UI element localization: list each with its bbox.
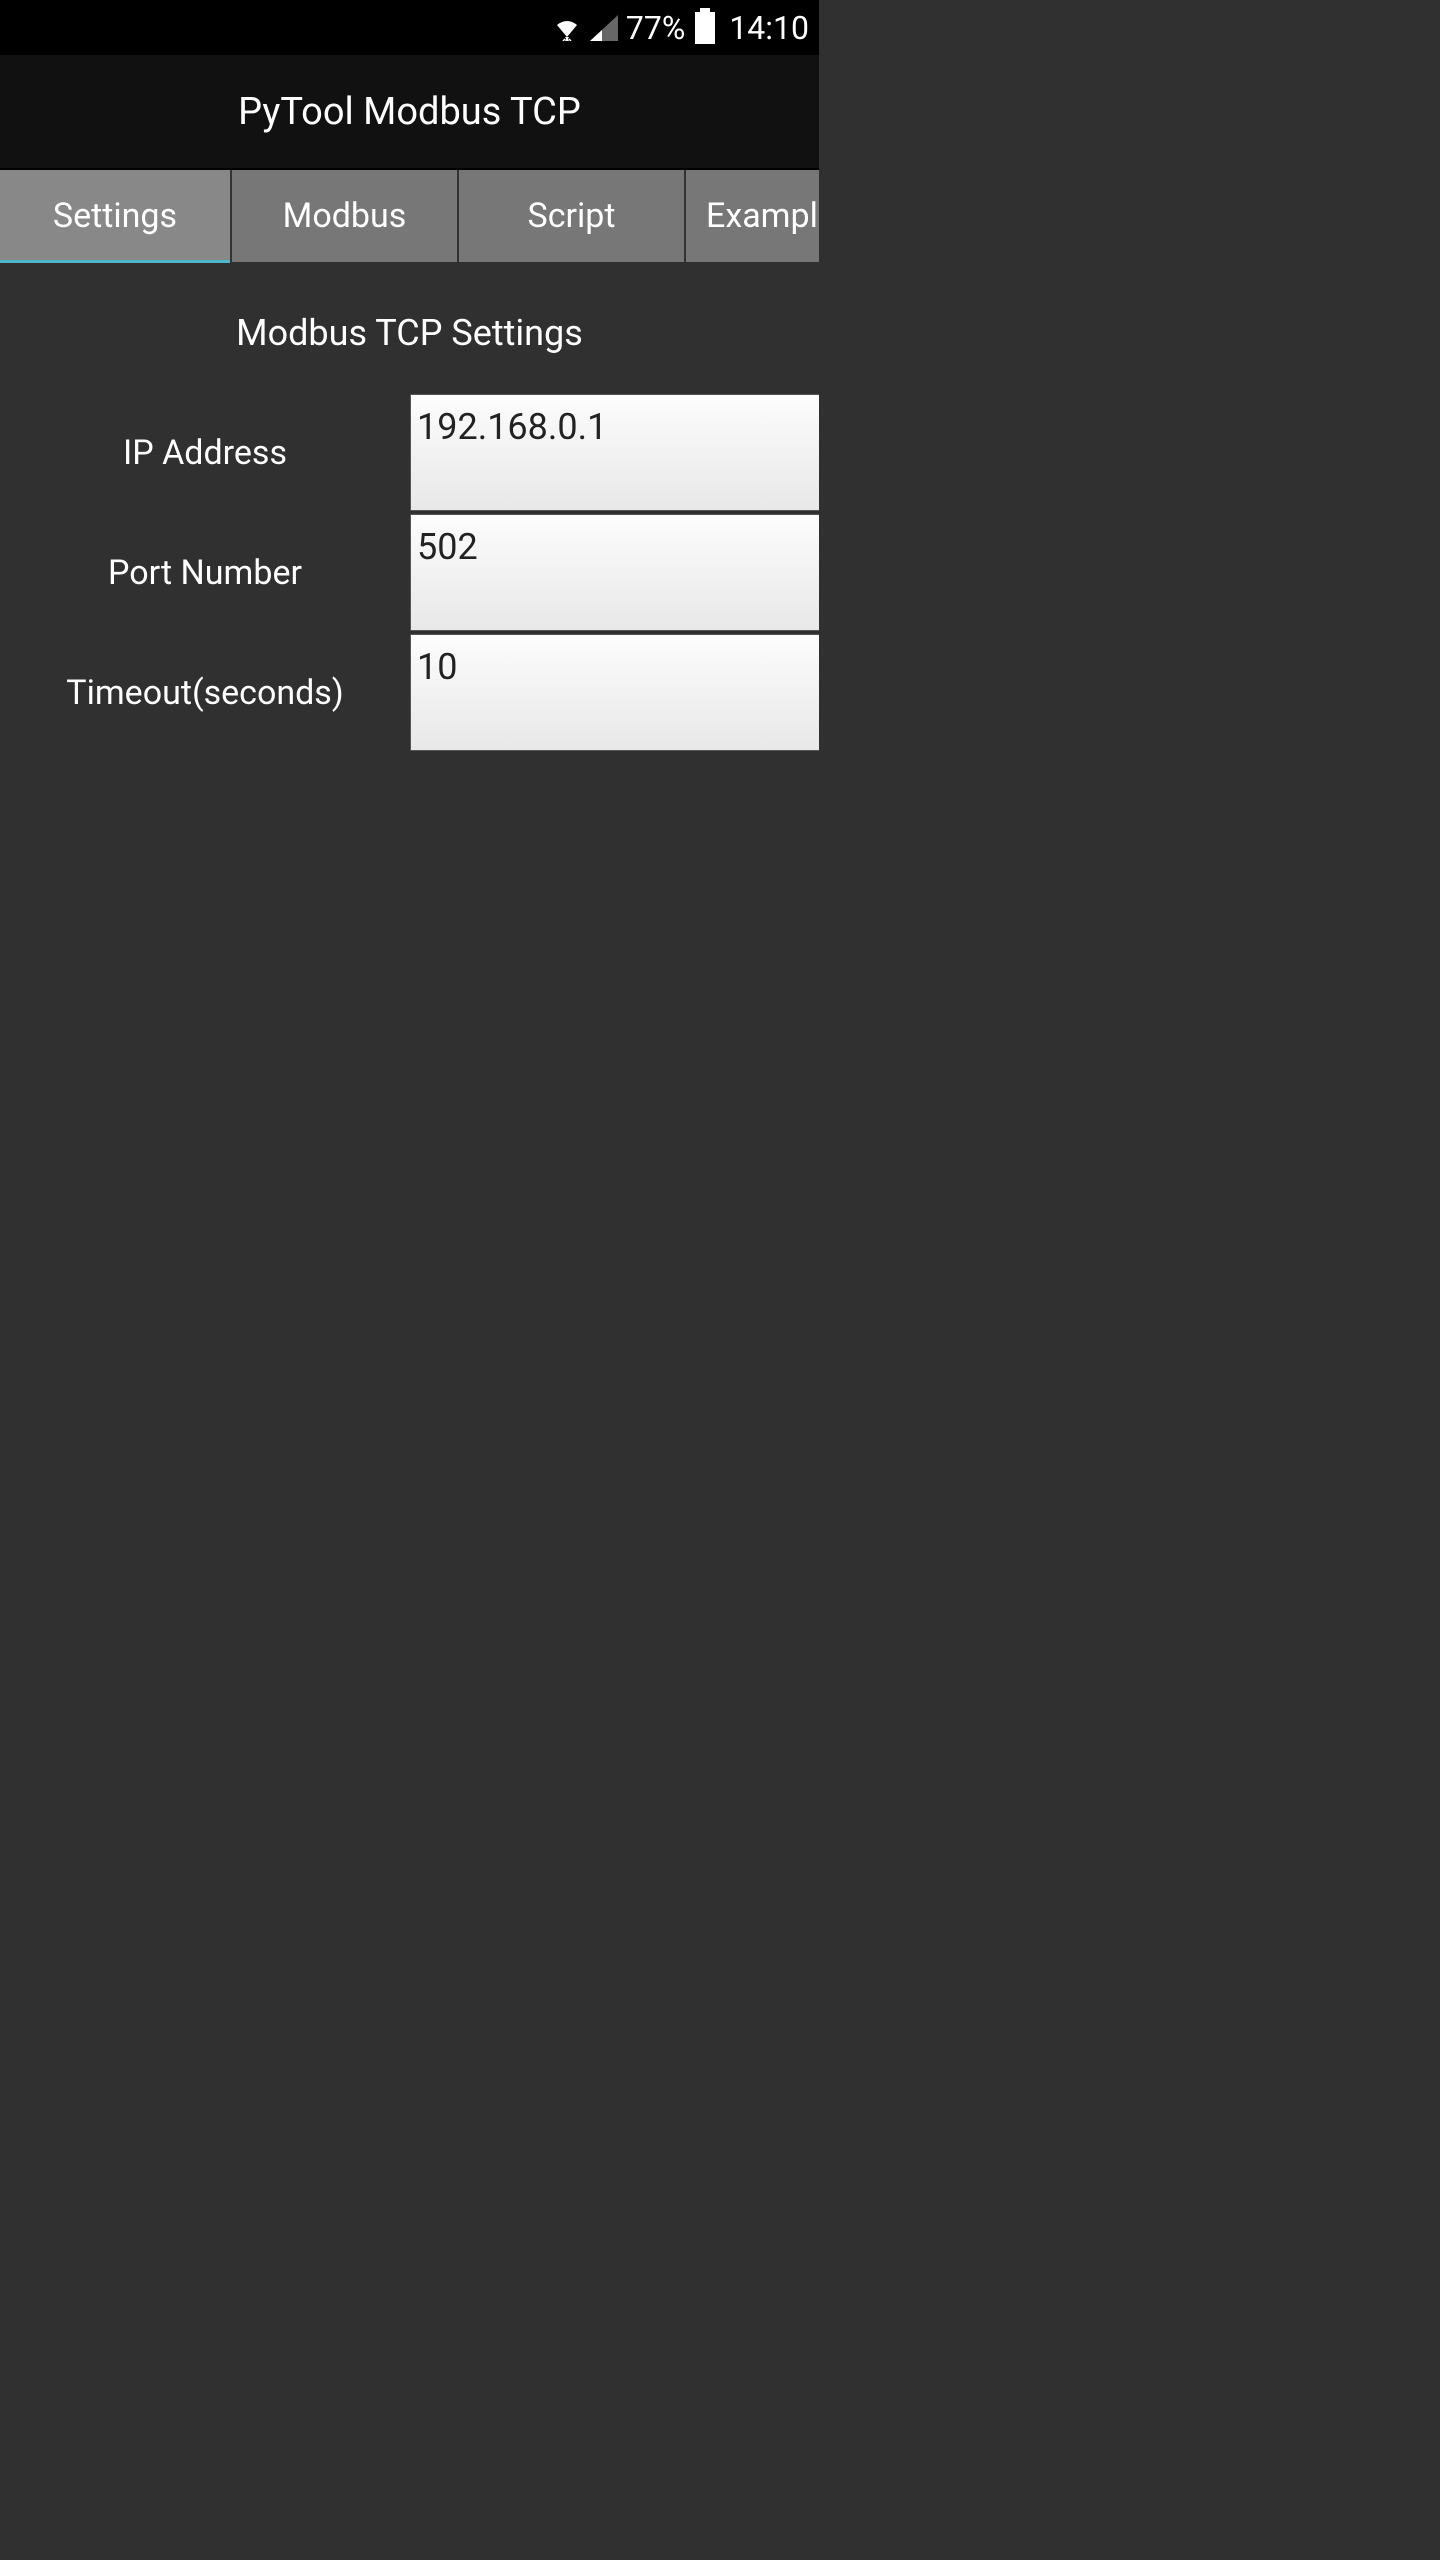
app-header: PyTool Modbus TCP — [0, 55, 819, 170]
port-number-label: Port Number — [0, 514, 410, 631]
status-bar: 77% 14:10 — [0, 0, 819, 55]
tab-script-label: Script — [528, 196, 616, 236]
content-area: Modbus TCP Settings IP Address 192.168.0… — [0, 262, 819, 751]
battery-percentage: 77% — [626, 9, 685, 47]
timeout-label: Timeout(seconds) — [0, 634, 410, 751]
port-number-value: 502 — [417, 526, 478, 568]
wifi-icon — [552, 15, 582, 41]
port-number-input[interactable]: 502 — [410, 514, 819, 631]
tab-modbus-label: Modbus — [283, 196, 407, 236]
tab-script[interactable]: Script — [459, 170, 686, 262]
timeout-row: Timeout(seconds) 10 — [0, 634, 819, 751]
tab-settings[interactable]: Settings — [0, 170, 232, 262]
status-time: 14:10 — [729, 9, 809, 47]
tab-bar: Settings Modbus Script Example — [0, 170, 819, 262]
signal-icon — [590, 15, 618, 41]
tab-modbus[interactable]: Modbus — [232, 170, 459, 262]
ip-address-value: 192.168.0.1 — [417, 406, 607, 448]
port-number-row: Port Number 502 — [0, 514, 819, 631]
app-title: PyTool Modbus TCP — [238, 90, 581, 134]
section-title: Modbus TCP Settings — [0, 292, 819, 394]
ip-address-label: IP Address — [0, 394, 410, 511]
ip-address-input[interactable]: 192.168.0.1 — [410, 394, 819, 511]
battery-icon — [695, 12, 715, 44]
tab-example[interactable]: Example — [686, 170, 819, 262]
timeout-input[interactable]: 10 — [410, 634, 819, 751]
timeout-value: 10 — [417, 646, 457, 688]
tab-example-label: Example — [706, 196, 819, 236]
tab-settings-label: Settings — [53, 196, 177, 236]
ip-address-row: IP Address 192.168.0.1 — [0, 394, 819, 511]
